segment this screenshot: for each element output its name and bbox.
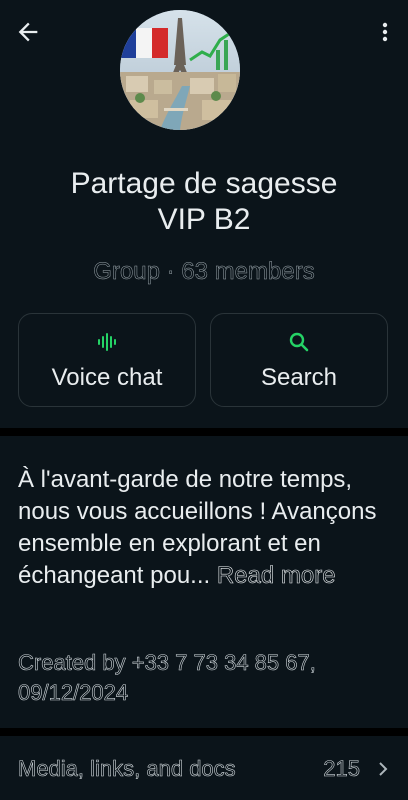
created-by-text: Created by +33 7 73 34 85 67, — [18, 650, 316, 676]
paris-eiffel-avatar-image — [120, 10, 240, 130]
group-name-line2: VIP B2 — [157, 203, 251, 236]
media-label: Media, links, and docs — [18, 756, 236, 782]
group-description: À l'avant-garde de notre temps, nous vou… — [18, 464, 394, 592]
group-avatar[interactable] — [120, 10, 240, 130]
chevron-right-icon — [379, 762, 388, 776]
read-more-link[interactable]: Read more — [217, 562, 336, 590]
search-icon — [289, 332, 309, 352]
voice-chat-button[interactable]: Voice chat — [18, 313, 196, 407]
group-subtitle: Group · 63 members — [93, 258, 315, 286]
voice-chat-label: Voice chat — [51, 364, 163, 391]
media-count: 215 — [323, 756, 360, 782]
section-divider — [0, 428, 408, 436]
group-name: Partage de sagesse VIP B2 — [0, 166, 408, 238]
more-vert-icon[interactable] — [376, 18, 394, 46]
search-button[interactable]: Search — [210, 313, 388, 407]
search-label: Search — [260, 364, 338, 391]
voice-waveform-icon — [98, 333, 116, 351]
group-name-line1: Partage de sagesse — [70, 167, 338, 200]
created-info: Created by +33 7 73 34 85 67, 09/12/2024 — [18, 648, 394, 708]
arrow-left-icon[interactable] — [14, 18, 42, 46]
section-divider — [0, 728, 408, 736]
created-date-text: 09/12/2024 — [18, 680, 129, 706]
media-links-docs-row[interactable]: Media, links, and docs 215 — [0, 740, 408, 800]
